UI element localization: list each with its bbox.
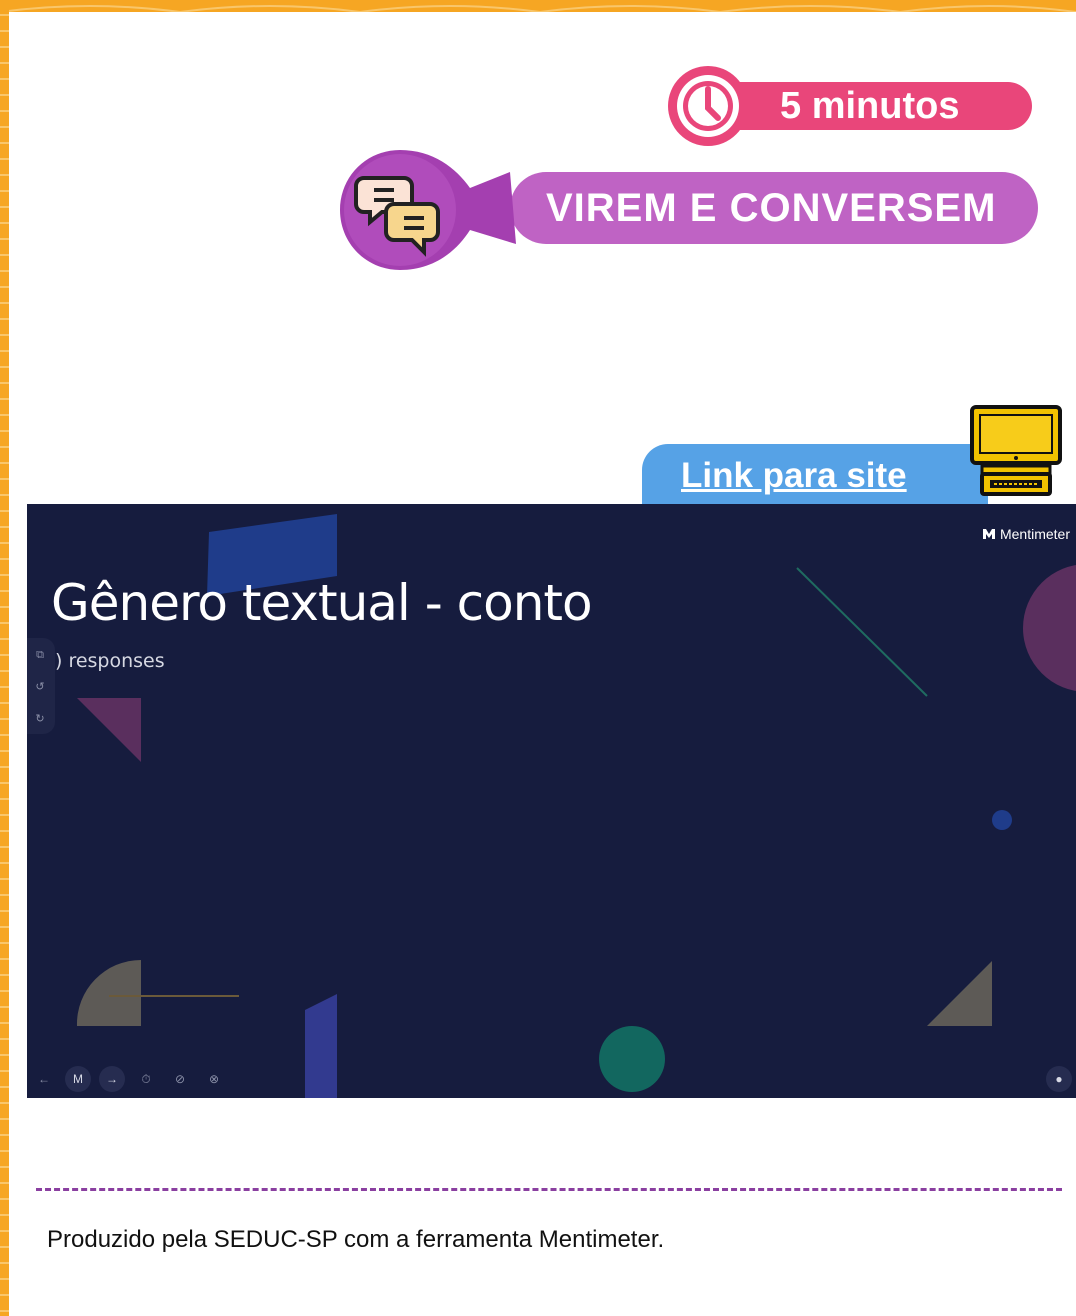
mentimeter-logo-icon[interactable]: M <box>65 1066 91 1092</box>
user-icon[interactable]: ● <box>1046 1066 1072 1092</box>
side-toolbar: ⧉ ↺ ↻ <box>27 638 55 734</box>
chat-bubbles-icon <box>338 148 558 277</box>
computer-icon <box>968 404 1064 503</box>
footer-credit: Produzido pela SEDUC-SP com a ferramenta… <box>47 1226 665 1253</box>
top-decorative-border <box>0 0 1076 12</box>
left-decorative-border <box>0 0 9 1316</box>
timer-icon[interactable]: ⏱ <box>133 1066 159 1092</box>
mentimeter-logo-icon <box>982 529 995 539</box>
block-icon[interactable]: ⊘ <box>167 1066 193 1092</box>
activity-label: VIREM E CONVERSEM <box>546 186 997 230</box>
slide-title: Gênero textual - conto <box>51 574 593 632</box>
site-link[interactable]: Link para site <box>681 452 907 500</box>
mentimeter-slide: Mentimeter Gênero textual - conto ) resp… <box>27 504 1076 1098</box>
dashed-divider <box>36 1188 1062 1191</box>
history-icon[interactable]: ↺ <box>33 680 47 694</box>
timer-label: 5 minutos <box>780 85 960 127</box>
history-icon[interactable]: ↻ <box>33 712 47 726</box>
copy-icon[interactable]: ⧉ <box>33 648 47 662</box>
clock-icon <box>668 66 748 146</box>
mentimeter-brand-label: Mentimeter <box>999 526 1070 542</box>
response-count: ) responses <box>55 650 165 672</box>
presenter-toolbar: ← M → ⏱ ⊘ ⊗ <box>27 1064 227 1094</box>
back-arrow-icon[interactable]: ← <box>31 1066 57 1092</box>
mentimeter-brand: Mentimeter <box>982 526 1070 542</box>
hide-icon[interactable]: ⊗ <box>201 1066 227 1092</box>
forward-arrow-icon[interactable]: → <box>99 1066 125 1092</box>
